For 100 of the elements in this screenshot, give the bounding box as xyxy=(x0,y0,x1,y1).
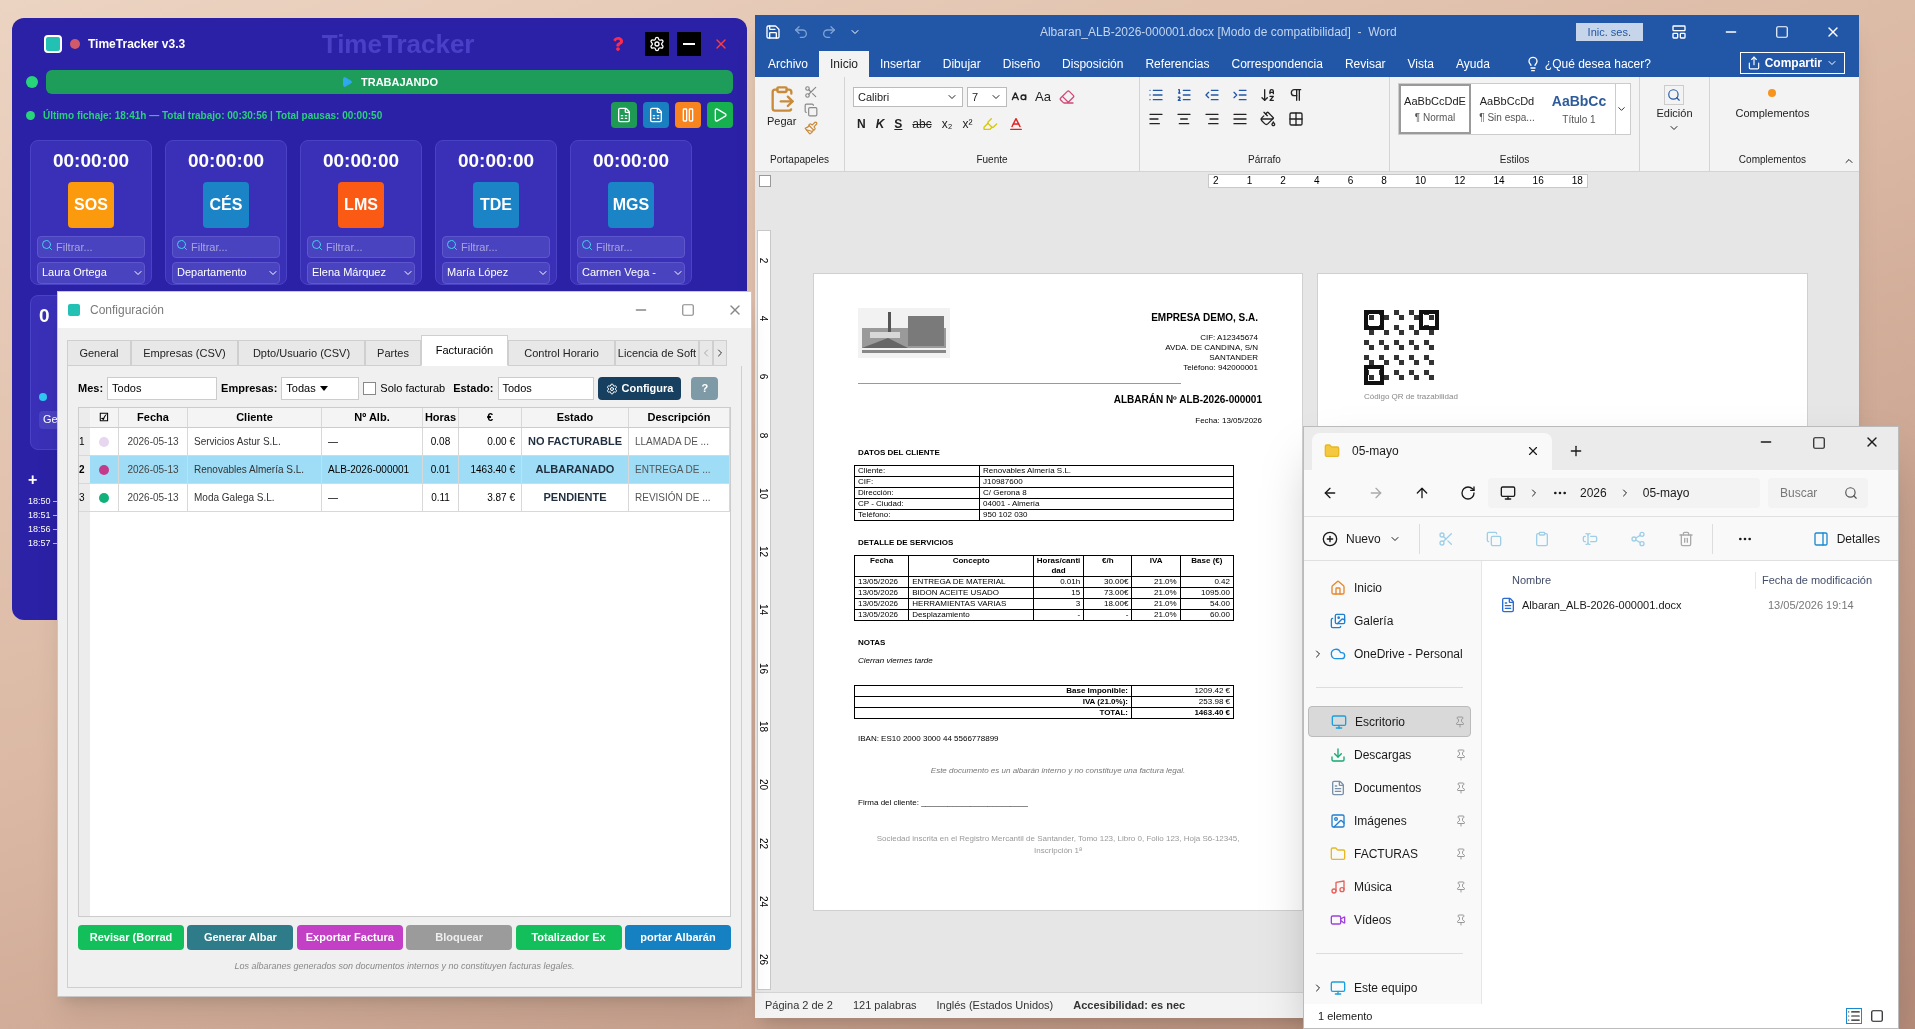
tab[interactable]: Partes xyxy=(365,340,421,366)
play-button[interactable] xyxy=(707,102,733,128)
employee-dropdown[interactable]: Carmen Vega - xyxy=(577,261,685,284)
minimize-button[interactable] xyxy=(677,32,701,56)
ribbon-tab[interactable]: Correspondencia xyxy=(1220,51,1334,77)
align-icon[interactable] xyxy=(1176,111,1192,127)
style-swatch[interactable]: AaBbCc Título 1 xyxy=(1543,84,1615,134)
style-swatch[interactable]: AaBbCcDdE ¶ Normal xyxy=(1399,84,1471,134)
sign-in-button[interactable]: Inic. ses. xyxy=(1575,23,1643,41)
format-button[interactable]: x₂ xyxy=(941,115,953,133)
month-select[interactable]: Todos xyxy=(107,377,218,400)
align-icon[interactable] xyxy=(1148,111,1164,127)
search-field[interactable]: Buscar xyxy=(1768,477,1868,508)
tab[interactable]: Licencia de Soft xyxy=(615,340,699,366)
font-size-field[interactable]: 7 xyxy=(967,87,1007,107)
nav-item[interactable]: Documentos xyxy=(1308,772,1471,804)
editing-button[interactable]: Edición xyxy=(1656,85,1693,134)
ribbon-tab[interactable]: Inicio xyxy=(819,51,870,77)
redo-icon[interactable] xyxy=(821,24,837,40)
settings-button[interactable] xyxy=(645,32,669,56)
status-text[interactable]: Inglés (Estados Unidos) xyxy=(936,997,1054,1014)
ribbon-tab[interactable]: Archivo xyxy=(757,51,819,77)
refresh-icon[interactable] xyxy=(1460,484,1476,501)
indent-increase-icon[interactable] xyxy=(1232,87,1248,103)
indent-decrease-icon[interactable] xyxy=(1204,87,1220,103)
change-case-button[interactable]: Aa xyxy=(1031,87,1055,107)
format-button[interactable]: S xyxy=(894,115,903,133)
folder-tab[interactable]: 05-mayo xyxy=(1312,432,1552,470)
nav-item[interactable]: Escritorio xyxy=(1308,706,1471,738)
bullets-icon[interactable] xyxy=(1148,87,1164,103)
company-select[interactable]: Todas xyxy=(281,377,360,400)
nav-item[interactable]: OneDrive - Personal xyxy=(1308,638,1471,670)
tiles-view-icon[interactable] xyxy=(1870,1009,1884,1024)
cut-icon[interactable] xyxy=(804,85,819,99)
paste-button[interactable]: Pegar xyxy=(767,85,797,130)
sort-icon[interactable] xyxy=(1260,87,1276,103)
status-text[interactable]: Página 2 de 2 xyxy=(765,997,833,1014)
share-button[interactable]: Compartir xyxy=(1739,52,1845,74)
details-button[interactable]: Detalles xyxy=(1812,529,1880,548)
format-painter-icon[interactable] xyxy=(804,121,819,135)
filter-field[interactable]: Filtrar... xyxy=(172,235,280,258)
tab[interactable]: Control Horario xyxy=(508,340,615,366)
action-button[interactable]: Generar Albar xyxy=(187,925,294,950)
employee-dropdown[interactable]: María López xyxy=(442,261,550,284)
add-button[interactable]: + xyxy=(28,472,38,488)
column-header[interactable]: Nombre xyxy=(1500,572,1755,589)
nav-item[interactable]: Inicio xyxy=(1308,572,1471,604)
action-button[interactable]: Exportar Factura xyxy=(296,925,403,950)
breadcrumb-item[interactable]: 05-mayo xyxy=(1642,483,1690,502)
nav-item[interactable]: Imágenes xyxy=(1308,805,1471,837)
add-ins-button[interactable]: Complementos xyxy=(1735,89,1810,122)
format-button[interactable]: abc xyxy=(912,115,932,133)
align-icon[interactable] xyxy=(1204,111,1220,127)
employee-dropdown[interactable]: Elena Márquez xyxy=(307,261,415,284)
format-button[interactable]: K xyxy=(875,115,885,133)
nav-item[interactable]: Descargas xyxy=(1308,739,1471,771)
employee-dropdown[interactable]: Laura Ortega xyxy=(37,261,145,284)
table-row[interactable]: 1 2026-05-13 Servicios Astur S.L. — 0.08 0.00 € NO FACTURABLE LLAMADA DE ... xyxy=(79,428,730,456)
ribbon-tab[interactable]: Disposición xyxy=(1051,51,1135,77)
filter-field[interactable]: Filtrar... xyxy=(577,235,685,258)
file-name[interactable]: Albaran_ALB-2026-000001.docx xyxy=(1522,597,1768,614)
state-select[interactable]: Todos xyxy=(497,377,594,400)
tab-stop-selector[interactable] xyxy=(759,175,771,187)
filter-field[interactable]: Filtrar... xyxy=(37,235,145,258)
new-button[interactable]: Nuevo xyxy=(1322,529,1401,548)
maximize-button[interactable] xyxy=(1812,435,1826,450)
monitor-icon[interactable] xyxy=(1500,484,1516,501)
ribbon-display-icon[interactable] xyxy=(1671,24,1687,40)
filter-field[interactable]: Filtrar... xyxy=(442,235,550,258)
format-button[interactable]: x² xyxy=(962,115,973,133)
tab[interactable]: Facturación xyxy=(421,335,508,366)
ribbon-tab[interactable]: Insertar xyxy=(869,51,932,77)
column-header[interactable]: Fecha de modificación xyxy=(1755,572,1873,589)
pause-button[interactable] xyxy=(675,102,701,128)
save-icon[interactable] xyxy=(765,24,781,40)
status-text[interactable]: 121 palabras xyxy=(852,997,917,1014)
nav-item[interactable]: Este equipo xyxy=(1308,972,1471,1004)
filter-field[interactable]: Filtrar... xyxy=(307,235,415,258)
table-row[interactable]: 3 2026-05-13 Moda Galega S.L. — 0.11 3.87 € PENDIENTE REVISIÓN DE ... xyxy=(79,484,730,512)
ribbon-tab[interactable]: Vista xyxy=(1396,51,1446,77)
employee-dropdown[interactable]: Departamento xyxy=(172,261,280,284)
ribbon-tab[interactable]: Ayuda xyxy=(1445,51,1501,77)
nav-item[interactable]: Vídeos xyxy=(1308,904,1471,936)
nav-item[interactable]: Música xyxy=(1308,871,1471,903)
borders-icon[interactable] xyxy=(1288,111,1304,127)
copy-icon[interactable] xyxy=(804,103,819,117)
ribbon-tab[interactable]: Referencias xyxy=(1134,51,1221,77)
tab[interactable]: General xyxy=(67,340,131,366)
spreadsheet-button[interactable] xyxy=(643,102,669,128)
table-row[interactable]: 2 2026-05-13 Renovables Almería S.L. ALB-2026-000001 0.01 1463.40 € ALBARANADO ENTREGA DE ... xyxy=(79,456,730,484)
details-view-icon[interactable] xyxy=(1846,1008,1862,1025)
align-icon[interactable] xyxy=(1232,111,1248,127)
action-button[interactable]: portar Albarán xyxy=(624,925,731,950)
shading-icon[interactable] xyxy=(1260,111,1276,127)
font-name-field[interactable]: Calibri xyxy=(853,87,963,107)
breadcrumb-item[interactable]: 2026 xyxy=(1580,483,1607,502)
ribbon-tab[interactable]: Revisar xyxy=(1333,51,1397,77)
ribbon-tab[interactable]: Dibujar xyxy=(931,51,992,77)
tab[interactable]: Dpto/Usuario (CSV) xyxy=(238,340,365,366)
ribbon-tab[interactable]: Diseño xyxy=(991,51,1052,77)
